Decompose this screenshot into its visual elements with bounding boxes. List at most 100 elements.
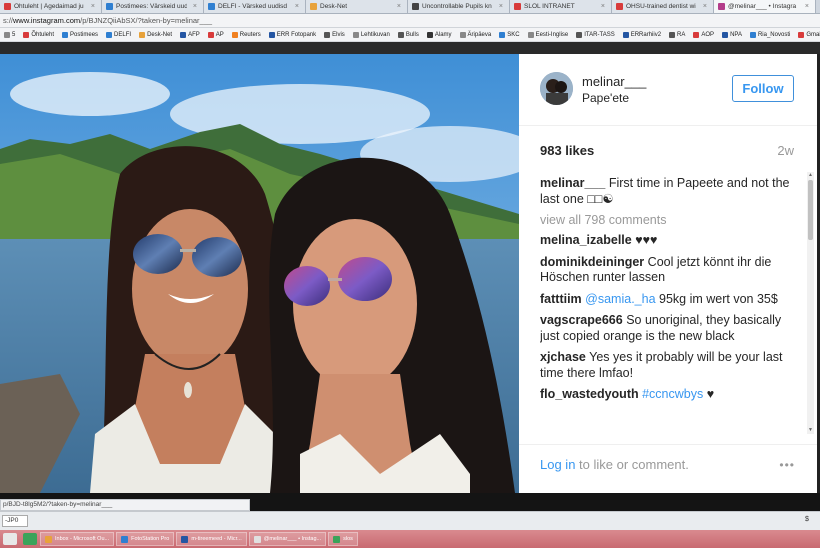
taskbar-item[interactable]: FotoStation Pro bbox=[116, 532, 175, 546]
bookmark-item[interactable]: AFP bbox=[176, 31, 204, 38]
bookmark-item[interactable]: Gmail bbox=[794, 31, 820, 38]
bookmark-item[interactable]: Ria_Novosti bbox=[746, 31, 794, 38]
bookmarks-bar: 5 Õhtuleht Postimees DELFI Desk-Net AFP AP Reut… bbox=[0, 28, 820, 42]
find-input[interactable]: -JP0 bbox=[2, 515, 28, 527]
post-username[interactable]: melinar___ bbox=[582, 74, 646, 89]
bookmark-favicon-icon bbox=[23, 31, 30, 38]
bookmark-item[interactable]: AP bbox=[204, 31, 228, 38]
bookmark-item[interactable]: ITAR-TASS bbox=[572, 31, 618, 38]
avatar[interactable] bbox=[540, 72, 573, 105]
bookmark-item[interactable]: DELFI bbox=[102, 31, 135, 38]
bookmark-label: AOP bbox=[701, 31, 715, 38]
bookmark-label: Bulls bbox=[405, 31, 419, 38]
browser-tab[interactable]: SLOL INTRANET × bbox=[510, 0, 612, 13]
start-button-icon[interactable] bbox=[3, 533, 17, 545]
tab-favicon-icon bbox=[106, 3, 113, 10]
bookmark-item[interactable]: Bulls bbox=[394, 31, 423, 38]
bookmark-item[interactable]: ERRarhiiv2 bbox=[619, 31, 665, 38]
tab-label: SLOL INTRANET bbox=[524, 3, 575, 10]
tab-close-icon[interactable]: × bbox=[193, 3, 197, 10]
taskbar-item[interactable]: m-tireemeed - Micr... bbox=[176, 532, 247, 546]
browser-tab[interactable]: Uncontrollable Pupils kn × bbox=[408, 0, 510, 13]
caption-username[interactable]: melinar___ bbox=[540, 176, 605, 190]
comment-username[interactable]: fatttiim bbox=[540, 292, 582, 306]
comment-username[interactable]: dominikdeininger bbox=[540, 255, 644, 269]
comment: vagscrape666 So unoriginal, they basical… bbox=[540, 313, 802, 344]
comments-scrollbar[interactable]: ▲ ▼ bbox=[807, 172, 814, 434]
bookmark-label: Ria_Novosti bbox=[757, 31, 791, 38]
comment-username[interactable]: xjchase bbox=[540, 350, 586, 364]
comment-text: ♥ bbox=[706, 387, 715, 401]
excel-icon[interactable] bbox=[23, 533, 37, 545]
tab-favicon-icon bbox=[514, 3, 521, 10]
url-path: /p/BJNZQiiAbSX/?taken-by=melinar___ bbox=[80, 16, 213, 25]
view-all-comments-link[interactable]: view all 798 comments bbox=[540, 213, 802, 228]
bookmark-label: ITAR-TASS bbox=[584, 31, 615, 38]
bookmark-item[interactable]: RA bbox=[665, 31, 689, 38]
comment-mention[interactable]: #ccncwbys bbox=[642, 387, 703, 401]
taskbar-item[interactable]: Inbox - Microsoft Ou... bbox=[40, 532, 115, 546]
bookmark-favicon-icon bbox=[139, 31, 146, 38]
tab-close-icon[interactable]: × bbox=[703, 3, 707, 10]
caption: melinar___ First time in Papeete and not… bbox=[540, 176, 802, 207]
bookmark-item[interactable]: Äripäeva bbox=[456, 31, 496, 38]
post-location[interactable]: Pape'ete bbox=[582, 91, 629, 105]
comment-mention[interactable]: @samia._ha bbox=[585, 292, 655, 306]
likes-count[interactable]: 983 likes bbox=[540, 143, 594, 158]
bookmark-favicon-icon bbox=[749, 31, 756, 38]
address-bar[interactable]: s://www.instagram.com/p/BJNZQiiAbSX/?tak… bbox=[0, 14, 820, 28]
comment: melina_izabelle ♥♥♥ bbox=[540, 233, 802, 249]
browser-tab[interactable]: Postimees: Värskeid uudis × bbox=[102, 0, 204, 13]
bookmark-item[interactable]: NPA bbox=[718, 31, 746, 38]
bookmark-item[interactable]: Õhtuleht bbox=[19, 31, 58, 38]
taskbar-item[interactable]: slos bbox=[328, 532, 358, 546]
tab-close-icon[interactable]: × bbox=[295, 3, 299, 10]
bookmark-item[interactable]: SKC bbox=[495, 31, 523, 38]
bookmark-favicon-icon bbox=[324, 31, 331, 38]
taskbar-item[interactable]: @melinar___ • Instag... bbox=[248, 532, 327, 546]
tab-close-icon[interactable]: × bbox=[397, 3, 401, 10]
tab-close-icon[interactable]: × bbox=[499, 3, 503, 10]
bookmark-label: NPA bbox=[730, 31, 742, 38]
browser-tab[interactable]: Desk-Net × bbox=[306, 0, 408, 13]
taskbar-app-icon bbox=[333, 535, 341, 543]
comment-username[interactable]: vagscrape666 bbox=[540, 313, 623, 327]
taskbar-app-icon bbox=[253, 535, 261, 543]
scroll-up-arrow-icon[interactable]: ▲ bbox=[807, 172, 814, 179]
login-prompt-text: to like or comment. bbox=[575, 457, 689, 472]
taskbar-app-icon bbox=[121, 535, 129, 543]
comment-username[interactable]: melina_izabelle bbox=[540, 233, 632, 247]
browser-tab[interactable]: DELFI - Värsked uudisd × bbox=[204, 0, 306, 13]
browser-tab[interactable]: Õhtuleht | Ägedaimad ju × bbox=[0, 0, 102, 13]
bookmark-item[interactable]: 5 bbox=[0, 31, 19, 38]
browser-tab[interactable]: OHSU-trained dentist wi × bbox=[612, 0, 714, 13]
post-side-panel: melinar___ Pape'ete Follow 983 likes 2w … bbox=[519, 54, 817, 493]
bookmark-item[interactable]: Reuters bbox=[228, 31, 265, 38]
bookmark-label: ERRarhiiv2 bbox=[630, 31, 662, 38]
bookmark-item[interactable]: Postimees bbox=[58, 31, 102, 38]
browser-tab[interactable]: @melinar___ • Instagra × bbox=[714, 0, 816, 13]
bookmark-item[interactable]: Eesti-Inglise bbox=[524, 31, 573, 38]
more-options-icon[interactable]: ••• bbox=[779, 458, 795, 472]
tab-close-icon[interactable]: × bbox=[601, 3, 605, 10]
bookmark-item[interactable]: Desk-Net bbox=[135, 31, 176, 38]
tab-close-icon[interactable]: × bbox=[805, 3, 809, 10]
taskbar-item-label: slos bbox=[343, 536, 353, 542]
bookmark-favicon-icon bbox=[397, 31, 404, 38]
bookmark-item[interactable]: AOP bbox=[689, 31, 718, 38]
tab-close-icon[interactable]: × bbox=[91, 3, 95, 10]
post-photo[interactable] bbox=[0, 54, 519, 493]
scroll-down-arrow-icon[interactable]: ▼ bbox=[807, 427, 814, 434]
tab-favicon-icon bbox=[4, 3, 11, 10]
bookmark-label: Postimees bbox=[70, 31, 99, 38]
bookmark-item[interactable]: Alamy bbox=[423, 31, 456, 38]
follow-button[interactable]: Follow bbox=[732, 75, 794, 102]
bookmark-label: AP bbox=[215, 31, 224, 38]
login-link[interactable]: Log in bbox=[540, 457, 575, 472]
comment-username[interactable]: flo_wastedyouth bbox=[540, 387, 639, 401]
post-age[interactable]: 2w bbox=[777, 143, 794, 158]
bookmark-item[interactable]: Elvis bbox=[320, 31, 349, 38]
bookmark-item[interactable]: Lehtikuvan bbox=[349, 31, 394, 38]
scrollbar-thumb[interactable] bbox=[808, 180, 813, 240]
bookmark-item[interactable]: ERR Fotopank bbox=[265, 31, 320, 38]
